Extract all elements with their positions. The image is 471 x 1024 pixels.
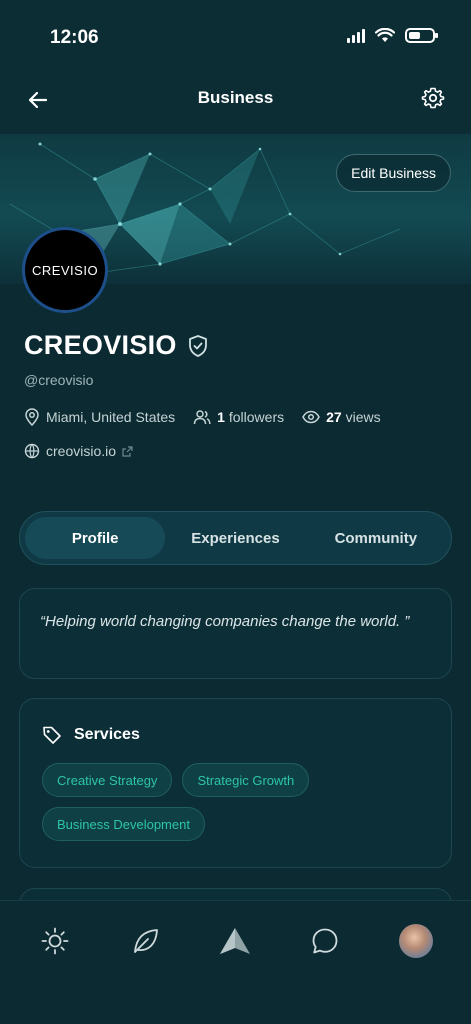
nav-home[interactable] xyxy=(37,923,73,959)
service-chip[interactable]: Business Development xyxy=(42,807,205,841)
edit-business-button[interactable]: Edit Business xyxy=(336,154,451,192)
nav-profile[interactable] xyxy=(398,923,434,959)
verified-shield-icon xyxy=(188,334,207,357)
website-text: creovisio.io xyxy=(46,443,117,459)
service-chip[interactable]: Creative Strategy xyxy=(42,763,173,797)
services-heading: Services xyxy=(42,725,429,745)
location-text: Miami, United States xyxy=(46,409,176,425)
about-card: “Helping world changing companies change… xyxy=(19,588,452,679)
services-chips: Creative Strategy Strategic Growth Busin… xyxy=(42,763,362,841)
top-header: Business xyxy=(0,70,471,134)
views: 27 views xyxy=(302,409,381,425)
page-title: Business xyxy=(197,88,274,107)
user-avatar xyxy=(399,924,433,958)
followers[interactable]: 1 followers xyxy=(193,409,284,425)
views-count: 27 xyxy=(326,409,342,425)
business-avatar[interactable]: CREVISIO xyxy=(22,227,108,313)
tab-community[interactable]: Community xyxy=(306,517,446,559)
views-label: views xyxy=(345,409,381,425)
status-icons xyxy=(347,28,438,43)
users-icon xyxy=(193,410,211,425)
tag-icon xyxy=(43,726,61,744)
avatar-logo-text: CREVISIO xyxy=(31,262,99,278)
globe-icon xyxy=(24,443,40,459)
avatar-logo: CREVISIO xyxy=(25,230,105,310)
bottom-navigation xyxy=(0,900,471,1024)
settings-button[interactable] xyxy=(417,82,449,114)
status-time: 12:06 xyxy=(50,27,99,48)
tab-experiences[interactable]: Experiences xyxy=(165,517,305,559)
business-tagline: “Helping world changing companies change… xyxy=(40,613,410,630)
business-name-row: CREOVISIO xyxy=(24,330,209,361)
battery-icon xyxy=(405,28,438,43)
followers-label: followers xyxy=(228,409,285,425)
wifi-icon xyxy=(375,28,395,42)
nav-explore[interactable] xyxy=(127,923,163,959)
gear-icon xyxy=(421,87,445,109)
website-link[interactable]: creovisio.io xyxy=(24,443,133,459)
service-chip[interactable]: Strategic Growth xyxy=(182,763,310,797)
location-pin-icon xyxy=(25,408,39,426)
eye-icon xyxy=(302,410,320,424)
leaf-icon xyxy=(134,929,158,953)
business-meta: Miami, United States 1 followers 27 view… xyxy=(24,408,399,426)
profile-tabs: Profile Experiences Community xyxy=(19,511,452,565)
tab-profile[interactable]: Profile xyxy=(25,517,166,559)
services-card: Services Creative Strategy Strategic Gro… xyxy=(19,698,452,868)
external-link-icon xyxy=(122,445,133,457)
chat-icon xyxy=(312,928,338,954)
business-handle: @creovisio xyxy=(24,372,94,388)
services-title: Services xyxy=(74,726,140,743)
signal-icon xyxy=(347,28,365,43)
status-bar: 12:06 xyxy=(0,0,471,70)
followers-count: 1 xyxy=(217,409,225,425)
business-name: CREOVISIO xyxy=(24,330,177,360)
nav-messages[interactable] xyxy=(307,923,343,959)
sun-icon xyxy=(41,927,69,955)
triangle-logo-icon xyxy=(220,928,250,954)
location: Miami, United States xyxy=(24,408,175,426)
nav-center[interactable] xyxy=(217,923,253,959)
